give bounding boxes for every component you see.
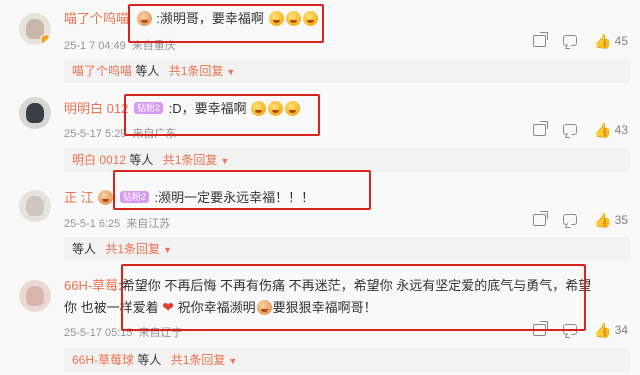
comment-username[interactable]: 喵了个呜喵 bbox=[64, 11, 129, 26]
avatar[interactable] bbox=[19, 190, 51, 222]
caret-down-icon: ▼ bbox=[220, 156, 230, 166]
share-icon[interactable] bbox=[532, 323, 546, 336]
reply-summary[interactable]: 等人 共1条回复 ▼ bbox=[64, 237, 630, 261]
comment-text: 要狠狠幸福啊哥！ bbox=[272, 300, 377, 315]
avatar[interactable] bbox=[19, 13, 51, 45]
like-count: 35 bbox=[614, 212, 628, 227]
like-count: 43 bbox=[614, 122, 628, 137]
comment-username[interactable]: 正 江 bbox=[64, 190, 97, 205]
heart-icon: ❤ bbox=[162, 299, 174, 315]
reply-count[interactable]: 共1条回复 bbox=[169, 64, 224, 78]
comment-time: 25-1 7 04:49 bbox=[64, 40, 126, 52]
avatar[interactable] bbox=[19, 97, 51, 129]
emoji-icon bbox=[285, 11, 301, 26]
reply-suffix: 等人 bbox=[137, 353, 162, 367]
reply-suffix: 等人 bbox=[129, 153, 154, 167]
reply-suffix: 等人 bbox=[72, 242, 97, 256]
reply-count[interactable]: 共1条回复 bbox=[105, 242, 160, 256]
emoji-icon bbox=[268, 11, 284, 26]
comment-text: :希望你 不再后悔 不再有伤痛 不再迷茫，希望你 永远有坚定爱的底气与勇气，希望 bbox=[118, 278, 592, 293]
comment-line: 66H-草莓:希望你 不再后悔 不再有伤痛 不再迷茫，希望你 永远有坚定爱的底气… bbox=[64, 277, 591, 294]
comment-username[interactable]: 66H-草莓 bbox=[64, 278, 118, 293]
comment-icon[interactable] bbox=[562, 324, 577, 336]
comment-actions: 👍 35 bbox=[519, 212, 628, 227]
comment-meta: 25-5-1 6:25 来自江苏 bbox=[64, 215, 170, 231]
caret-down-icon: ▼ bbox=[226, 67, 236, 77]
comment-text: :D，要幸福啊 bbox=[168, 101, 247, 116]
comment-source: 来自广东 bbox=[132, 128, 177, 140]
like-count: 34 bbox=[614, 322, 628, 337]
emoji-icon bbox=[136, 11, 152, 26]
comment-icon[interactable] bbox=[562, 214, 577, 226]
emoji-icon bbox=[285, 101, 301, 116]
fan-medal-badge: 钻粉2 bbox=[133, 102, 163, 114]
comment-time: 25-5-17 5:29 bbox=[64, 128, 127, 140]
reply-username[interactable]: 喵了个呜喵 bbox=[72, 64, 132, 78]
reply-username[interactable]: 66H-草莓球 bbox=[72, 353, 134, 367]
highlight-box bbox=[121, 264, 586, 331]
comment-line: 喵了个呜喵 :濒明哥，要幸福啊 bbox=[64, 10, 319, 27]
comment-username[interactable]: 明明白 012 bbox=[64, 101, 128, 116]
comment-line: 明明白 012 钻粉2 :D，要幸福啊 bbox=[64, 100, 301, 117]
comment-source: 来自辽宁 bbox=[138, 327, 183, 339]
comment-actions: 👍 43 bbox=[519, 122, 628, 137]
comment-text: 你 也被一样爱着 bbox=[64, 300, 159, 315]
share-icon[interactable] bbox=[532, 123, 546, 136]
emoji-icon bbox=[98, 190, 114, 205]
comment-line: 你 也被一样爱着 ❤ 祝你幸福濒明 要狠狠幸福啊哥！ bbox=[64, 299, 377, 316]
reply-summary[interactable]: 66H-草莓球 等人 共1条回复 ▼ bbox=[64, 348, 630, 372]
emoji-icon bbox=[251, 101, 267, 116]
thumbs-up-icon[interactable]: 👍 bbox=[594, 34, 611, 48]
comment-icon[interactable] bbox=[562, 124, 577, 136]
caret-down-icon: ▼ bbox=[163, 245, 172, 255]
comment-actions: 👍 45 bbox=[519, 33, 628, 48]
comment-meta: 25-5-17 05:15 来自辽宁 bbox=[64, 324, 183, 340]
share-icon[interactable] bbox=[532, 34, 546, 47]
reply-count[interactable]: 共1条回复 bbox=[163, 153, 218, 167]
emoji-icon bbox=[256, 300, 272, 315]
caret-down-icon: ▼ bbox=[228, 356, 238, 366]
comment-text: 祝你幸福濒明 bbox=[177, 300, 256, 315]
thumbs-up-icon[interactable]: 👍 bbox=[594, 213, 611, 227]
comment-text: :濒明一定要永远幸福！！！ bbox=[154, 190, 315, 205]
comment-source: 来自江苏 bbox=[126, 218, 171, 230]
fan-medal-badge: 钻粉2 bbox=[119, 191, 149, 203]
reply-username[interactable]: 明白 0012 bbox=[72, 153, 126, 167]
comment-actions: 👍 34 bbox=[519, 322, 628, 337]
thumbs-up-icon[interactable]: 👍 bbox=[594, 323, 611, 337]
reply-suffix: 等人 bbox=[135, 64, 160, 78]
comment-time: 25-5-17 05:15 bbox=[64, 327, 133, 339]
share-icon[interactable] bbox=[532, 213, 546, 226]
comment-line: 正 江 钻粉2 :濒明一定要永远幸福！！！ bbox=[64, 189, 314, 206]
comment-meta: 25-5-17 5:29 来自广东 bbox=[64, 125, 176, 141]
like-count: 45 bbox=[614, 33, 628, 48]
comment-icon[interactable] bbox=[562, 35, 577, 47]
reply-summary[interactable]: 喵了个呜喵 等人 共1条回复 ▼ bbox=[64, 59, 630, 83]
comment-time: 25-5-1 6:25 bbox=[64, 218, 121, 230]
thumbs-up-icon[interactable]: 👍 bbox=[594, 123, 611, 137]
reply-summary[interactable]: 明白 0012 等人 共1条回复 ▼ bbox=[64, 148, 630, 172]
comment-text: :濒明哥，要幸福啊 bbox=[156, 11, 264, 26]
comment-source: 来自重庆 bbox=[131, 40, 176, 52]
comment-meta: 25-1 7 04:49 来自重庆 bbox=[64, 37, 176, 53]
avatar[interactable] bbox=[19, 280, 51, 312]
emoji-icon bbox=[302, 11, 318, 26]
emoji-icon bbox=[268, 101, 284, 116]
reply-count[interactable]: 共1条回复 bbox=[171, 353, 226, 367]
verified-badge-icon bbox=[40, 34, 51, 45]
